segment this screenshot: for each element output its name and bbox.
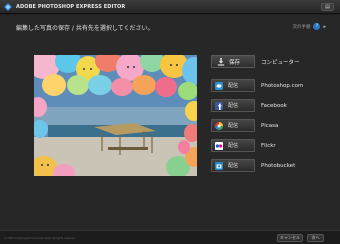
service-name: Picasa (261, 122, 279, 129)
service-name: Photobucket (261, 162, 296, 169)
share-row-photobucket: 配信 Photobucket (211, 159, 295, 172)
share-row-picasa: 配信 Picasa (211, 119, 278, 132)
app-title: ADOBE PHOTOSHOP EXPRESS EDITOR (16, 3, 126, 10)
share-row-facebook: 配信 Facebook (211, 99, 287, 112)
facebook-icon (215, 101, 223, 110)
share-button-label: 配信 (228, 83, 239, 89)
share-button-photobucket[interactable]: 配信 (211, 159, 255, 172)
download-icon (217, 57, 225, 66)
service-name: Flickr (261, 142, 276, 149)
photo-image (34, 55, 197, 176)
title-bar: ADOBE PHOTOSHOP EXPRESS EDITOR ▤ (0, 0, 340, 14)
share-button-photoshop-com[interactable]: 配信 (211, 79, 255, 92)
share-button-label: 配信 (228, 163, 239, 169)
next-button-label: 次へ (311, 235, 320, 240)
help-icon[interactable]: ? (313, 23, 321, 30)
photo-preview (34, 55, 197, 176)
next-step-label[interactable]: 次の手順 (292, 24, 310, 30)
share-button-label: 配信 (228, 123, 239, 129)
save-button[interactable]: 保存 (211, 55, 255, 68)
copyright-text: © 2008 Adobe Systems Incorporated. All r… (4, 237, 76, 240)
next-step-area: 次の手順 ? ▸ (292, 23, 326, 30)
main-panel: 編集した写真の保存 / 共有先を選択してください。 次の手順 ? ▸ 保存 コン… (0, 15, 340, 230)
arrow-right-icon[interactable]: ▸ (323, 24, 326, 30)
save-target-label: コンピューター (261, 59, 300, 66)
menu-icon: ▤ (325, 3, 330, 10)
picasa-icon (215, 121, 223, 130)
share-button-facebook[interactable]: 配信 (211, 99, 255, 112)
instruction-text: 編集した写真の保存 / 共有先を選択してください。 (16, 25, 154, 32)
photobucket-icon (215, 161, 223, 170)
app-logo-icon (4, 2, 12, 11)
cancel-button-label: キャンセル (280, 235, 300, 240)
share-row-flickr: 配信 Flickr (211, 139, 276, 152)
share-button-flickr[interactable]: 配信 (211, 139, 255, 152)
window-menu-button[interactable]: ▤ (321, 3, 334, 11)
save-row: 保存 コンピューター (211, 55, 300, 68)
service-name: Facebook (261, 102, 287, 109)
cancel-button[interactable]: キャンセル (277, 234, 303, 242)
share-row-photoshop-com: 配信 Photoshop.com (211, 79, 303, 92)
service-name: Photoshop.com (261, 82, 304, 89)
photoshop-com-icon (215, 81, 223, 90)
share-button-label: 配信 (228, 143, 239, 149)
next-button[interactable]: 次へ (307, 234, 324, 242)
flickr-icon (215, 141, 223, 150)
share-button-picasa[interactable]: 配信 (211, 119, 255, 132)
share-button-label: 配信 (228, 103, 239, 109)
save-button-label: 保存 (229, 59, 241, 66)
footer-bar: © 2008 Adobe Systems Incorporated. All r… (0, 230, 340, 244)
